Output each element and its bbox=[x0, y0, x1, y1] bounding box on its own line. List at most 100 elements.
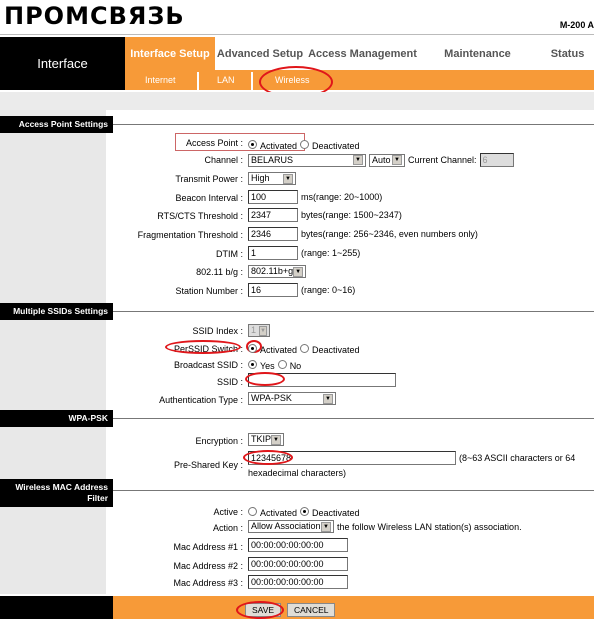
current-channel-label: Current Channel: bbox=[408, 155, 477, 165]
transmit-power-select[interactable]: High ▼ bbox=[248, 172, 296, 185]
radio-label: Activated bbox=[260, 508, 298, 518]
subtab-lan[interactable]: LAN bbox=[217, 75, 235, 85]
channel-mode-select[interactable]: Auto ▼ bbox=[369, 153, 405, 167]
ssid-label: SSID : bbox=[216, 377, 243, 387]
select-value: TKIP bbox=[251, 434, 272, 444]
mac-action-select[interactable]: Allow Association ▼ bbox=[248, 520, 334, 533]
radio-label: No bbox=[289, 361, 302, 371]
fragmentation-input[interactable]: 2346 bbox=[248, 227, 298, 241]
chevron-down-icon: ▼ bbox=[293, 266, 303, 277]
tab-advanced-setup[interactable]: Advanced Setup bbox=[215, 37, 305, 70]
mac-action-label: Action : bbox=[212, 523, 243, 533]
nav-section-title: Interface bbox=[0, 37, 125, 90]
select-value: WPA-PSK bbox=[251, 393, 292, 403]
mac-address-2-input[interactable]: 00:00:00:00:00:00 bbox=[248, 557, 348, 571]
station-number-label: Station Number : bbox=[175, 286, 243, 296]
section-header-ssid: Multiple SSIDs Settings bbox=[0, 303, 113, 320]
mac-address-1-label: Mac Address #1 : bbox=[173, 542, 243, 552]
ssid-index-select[interactable]: 1 ▼ bbox=[248, 324, 270, 337]
rts-input[interactable]: 2347 bbox=[248, 208, 298, 222]
divider bbox=[113, 490, 594, 491]
select-value: Allow Association bbox=[251, 521, 321, 531]
broadcast-no-radio[interactable] bbox=[277, 359, 287, 369]
broadcast-yes-radio[interactable] bbox=[248, 359, 257, 369]
radio-label: Deactivated bbox=[312, 345, 360, 355]
hint: (8~63 ASCII characters or 64 bbox=[459, 453, 576, 463]
logo: ПРОМСВЯЗЬ bbox=[4, 2, 185, 30]
section-header-mac-filter: Wireless MAC Address Filter bbox=[0, 479, 113, 507]
beacon-interval-input[interactable]: 100 bbox=[248, 190, 298, 204]
footer-left bbox=[0, 596, 113, 619]
broadcast-ssid-label: Broadcast SSID : bbox=[173, 360, 243, 370]
channel-label: Channel : bbox=[204, 155, 243, 165]
station-number-input[interactable]: 16 bbox=[248, 283, 298, 297]
dtim-input[interactable]: 1 bbox=[248, 246, 298, 260]
wireless-mode-select[interactable]: 802.11b+g ▼ bbox=[248, 265, 306, 278]
hint: ms(range: 20~1000) bbox=[301, 192, 383, 202]
divider bbox=[113, 311, 594, 312]
auth-type-label: Authentication Type : bbox=[159, 395, 243, 405]
tab-maintenance[interactable]: Maintenance bbox=[420, 37, 535, 70]
radio-label: Deactivated bbox=[312, 508, 360, 518]
radio-label: Deactivated bbox=[312, 141, 360, 151]
auth-type-select[interactable]: WPA-PSK ▼ bbox=[248, 392, 336, 405]
mac-deactivated-radio[interactable] bbox=[300, 506, 310, 516]
annotation-ellipse bbox=[245, 372, 285, 386]
footer-bar bbox=[113, 596, 594, 619]
perssid-deactivated-radio[interactable] bbox=[300, 343, 310, 353]
encryption-select[interactable]: TKIP ▼ bbox=[248, 433, 284, 446]
section-header-access-point: Access Point Settings bbox=[0, 116, 113, 133]
dtim-label: DTIM : bbox=[216, 249, 243, 259]
psk-label: Pre-Shared Key : bbox=[173, 460, 243, 470]
perssid-activated-radio[interactable] bbox=[248, 343, 257, 353]
access-point-activated-radio[interactable] bbox=[248, 139, 257, 149]
sidebar-background bbox=[0, 110, 106, 594]
access-point-deactivated-radio[interactable] bbox=[300, 139, 310, 149]
chevron-down-icon: ▼ bbox=[259, 325, 267, 336]
divider bbox=[113, 418, 594, 419]
beacon-interval-label: Beacon Interval : bbox=[175, 193, 243, 203]
select-value: 802.11b+g bbox=[251, 266, 294, 276]
mac-address-1-input[interactable]: 00:00:00:00:00:00 bbox=[248, 538, 348, 552]
divider bbox=[0, 34, 594, 35]
model-name: M-200 A bbox=[559, 20, 594, 30]
mac-activated-radio[interactable] bbox=[248, 506, 257, 516]
divider bbox=[113, 124, 594, 125]
mac-address-3-input[interactable]: 00:00:00:00:00:00 bbox=[248, 575, 348, 589]
hint: (range: 1~255) bbox=[301, 248, 361, 258]
radio-label: Activated bbox=[260, 141, 298, 151]
ssid-index-label: SSID Index : bbox=[192, 326, 243, 336]
select-value: 1 bbox=[251, 325, 257, 335]
chevron-down-icon: ▼ bbox=[321, 521, 331, 532]
annotation-ellipse bbox=[165, 340, 241, 354]
divider bbox=[197, 72, 199, 90]
chevron-down-icon: ▼ bbox=[392, 155, 402, 165]
subtab-bar: Internet LAN Wireless bbox=[125, 70, 594, 90]
hint: (range: 0~16) bbox=[301, 285, 356, 295]
annotation-ellipse bbox=[236, 601, 284, 619]
subtab-internet[interactable]: Internet bbox=[145, 75, 176, 85]
current-channel-field: 6 bbox=[479, 153, 514, 167]
chevron-down-icon: ▼ bbox=[353, 155, 363, 165]
tab-interface-setup[interactable]: Interface Setup bbox=[125, 37, 215, 70]
transmit-power-label: Transmit Power : bbox=[175, 174, 243, 184]
cancel-button[interactable]: CANCEL bbox=[287, 603, 336, 617]
fragmentation-label: Fragmentation Threshold : bbox=[137, 230, 243, 240]
select-value: Auto bbox=[372, 154, 391, 165]
divider bbox=[251, 72, 253, 90]
chevron-down-icon: ▼ bbox=[323, 393, 333, 404]
tab-access-management[interactable]: Access Management bbox=[305, 37, 420, 70]
section-header-wpa: WPA-PSK bbox=[0, 410, 113, 427]
annotation-ellipse bbox=[243, 450, 293, 465]
select-value: BELARUS bbox=[251, 154, 294, 165]
hint: bytes(range: 256~2346, even numbers only… bbox=[301, 229, 478, 239]
rts-label: RTS/CTS Threshold : bbox=[157, 211, 243, 221]
radio-label: Yes bbox=[260, 361, 275, 371]
hint: the follow Wireless LAN station(s) assoc… bbox=[337, 521, 522, 532]
tab-status[interactable]: Status bbox=[535, 37, 594, 70]
scroll-clip: Mac Address #3 : 00:00:00:00:00:00 bbox=[0, 574, 594, 590]
channel-select[interactable]: BELARUS ▼ bbox=[248, 153, 366, 167]
encryption-label: Encryption : bbox=[195, 436, 243, 446]
mac-address-3-label: Mac Address #3 : bbox=[173, 578, 243, 588]
mac-active-label: Active : bbox=[213, 507, 243, 517]
